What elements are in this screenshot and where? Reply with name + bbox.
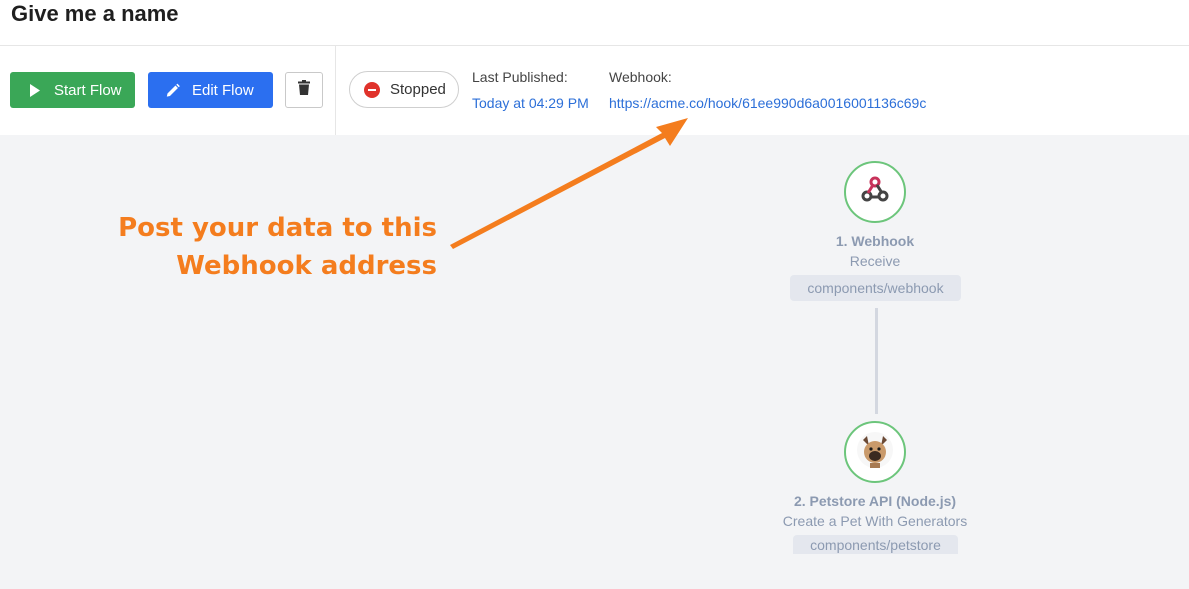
- node-title: 2. Petstore API (Node.js): [793, 493, 957, 509]
- node-tag: components/petstore: [793, 535, 958, 554]
- webhook-node[interactable]: [844, 161, 906, 223]
- node-subtitle: Create a Pet With Generators: [782, 513, 968, 529]
- node-tag: components/webhook: [790, 275, 961, 301]
- webhook-icon: [860, 175, 890, 210]
- node-subtitle: Receive: [849, 253, 901, 269]
- node-title: 1. Webhook: [835, 233, 915, 249]
- node-connector: [875, 308, 878, 414]
- petstore-node[interactable]: [844, 421, 906, 483]
- dog-icon: [856, 431, 894, 474]
